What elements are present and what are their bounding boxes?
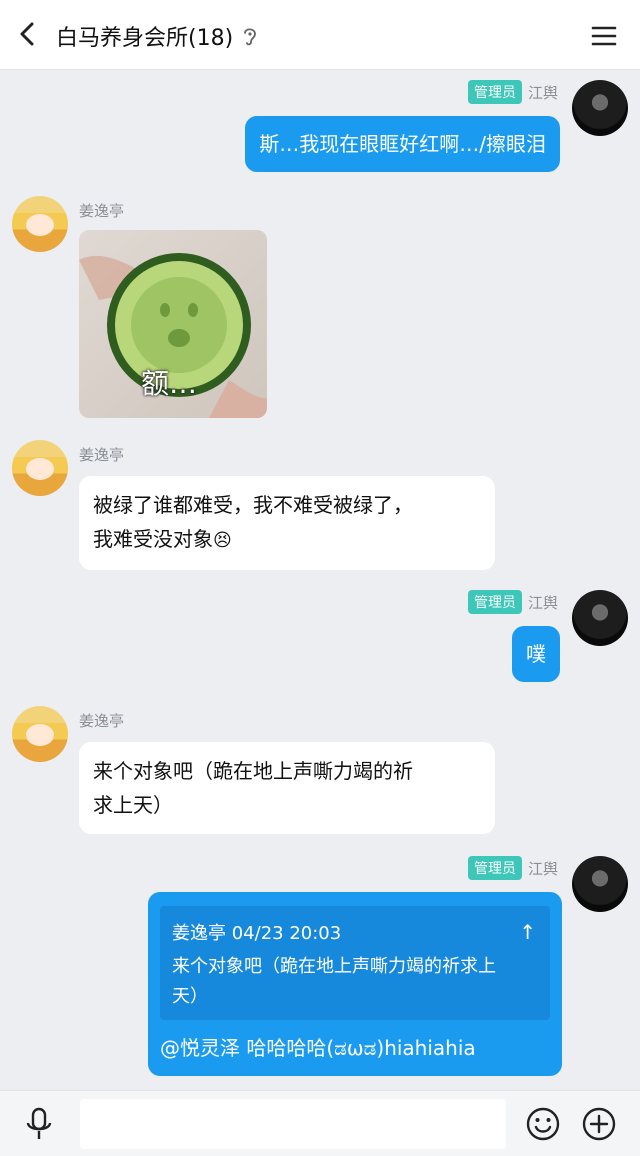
message-text: 噗 — [526, 642, 546, 666]
message-bubble[interactable]: 来个对象吧（跪在地上声嘶力竭的祈 求上天） — [79, 742, 495, 834]
face-emoji-icon: 😣 — [213, 530, 232, 551]
sender-name: 江舆 — [527, 593, 558, 612]
message-text: 斯…我现在眼眶好红啊…/擦眼泪 — [259, 132, 546, 156]
sticker-image[interactable]: 额… — [79, 230, 267, 418]
sender-name: 江舆 — [527, 83, 558, 102]
avatar[interactable] — [572, 80, 628, 136]
quoted-message[interactable]: 姜逸亭 04/23 20:03 ↑ 来个对象吧（跪在地上声嘶力竭的祈求上 天） — [160, 906, 550, 1020]
reply-message-bubble[interactable]: 姜逸亭 04/23 20:03 ↑ 来个对象吧（跪在地上声嘶力竭的祈求上 天） … — [148, 892, 562, 1076]
sender-name: 江舆 — [527, 859, 558, 878]
plus-icon — [582, 1107, 616, 1141]
avatar[interactable] — [12, 706, 68, 762]
message-bubble[interactable]: 被绿了谁都难受，我不难受被绿了， 我难受没对象😣 — [79, 476, 495, 570]
avatar[interactable] — [572, 590, 628, 646]
voice-button[interactable] — [20, 1105, 58, 1143]
group-title: 白马养身会所(18) — [56, 26, 234, 51]
message-input[interactable] — [80, 1099, 506, 1149]
quote-text: 来个对象吧（跪在地上声嘶力竭的祈求上 天） — [172, 956, 496, 1007]
sender-name: 姜逸亭 — [79, 202, 125, 220]
avatar[interactable] — [12, 196, 68, 252]
ear-icon — [244, 28, 257, 46]
sender-meta: 管理员 江舆 — [467, 590, 558, 614]
title-area[interactable]: 白马养身会所(18) — [56, 20, 259, 52]
back-arrow-icon — [20, 22, 34, 46]
sticker-caption: 额… — [141, 367, 198, 400]
sender-name: 姜逸亭 — [79, 712, 125, 730]
jump-to-original-icon[interactable]: ↑ — [519, 916, 536, 948]
sender-meta: 管理员 江舆 — [467, 856, 558, 880]
top-bar: 白马养身会所(18) — [0, 0, 640, 70]
message-text-line-2: 我难受没对象😣 — [93, 527, 232, 551]
message-bubble[interactable]: 噗 — [512, 626, 560, 682]
avatar[interactable] — [12, 440, 68, 496]
admin-badge: 管理员 — [467, 856, 522, 880]
message-text-line: 来个对象吧（跪在地上声嘶力竭的祈 — [93, 759, 413, 783]
more-button[interactable] — [580, 1105, 618, 1143]
emoji-button[interactable] — [524, 1105, 562, 1143]
admin-badge: 管理员 — [467, 590, 522, 614]
message-bubble[interactable]: 斯…我现在眼眶好红啊…/擦眼泪 — [245, 116, 560, 172]
message-text: @悦灵泽 哈哈哈哈(ಡωಡ)hiahiahia — [160, 1036, 476, 1060]
microphone-icon — [26, 1107, 52, 1139]
sender-name: 姜逸亭 — [79, 446, 125, 464]
sender-meta: 管理员 江舆 — [467, 80, 558, 104]
back-button[interactable] — [10, 14, 50, 54]
chat-area[interactable]: 管理员 江舆 斯…我现在眼眶好红啊…/擦眼泪 姜逸亭 额… 姜逸亭 被绿了谁都难… — [0, 70, 640, 1090]
message-text-line: 被绿了谁都难受，我不难受被绿了， — [93, 493, 413, 517]
menu-icon — [591, 26, 617, 46]
input-bar — [0, 1090, 640, 1156]
avatar[interactable] — [572, 856, 628, 912]
quote-header: 姜逸亭 04/23 20:03 — [172, 923, 342, 944]
menu-button[interactable] — [588, 20, 620, 52]
emoji-icon — [526, 1107, 560, 1141]
admin-badge: 管理员 — [467, 80, 522, 104]
message-text-line-2: 求上天） — [93, 793, 173, 817]
